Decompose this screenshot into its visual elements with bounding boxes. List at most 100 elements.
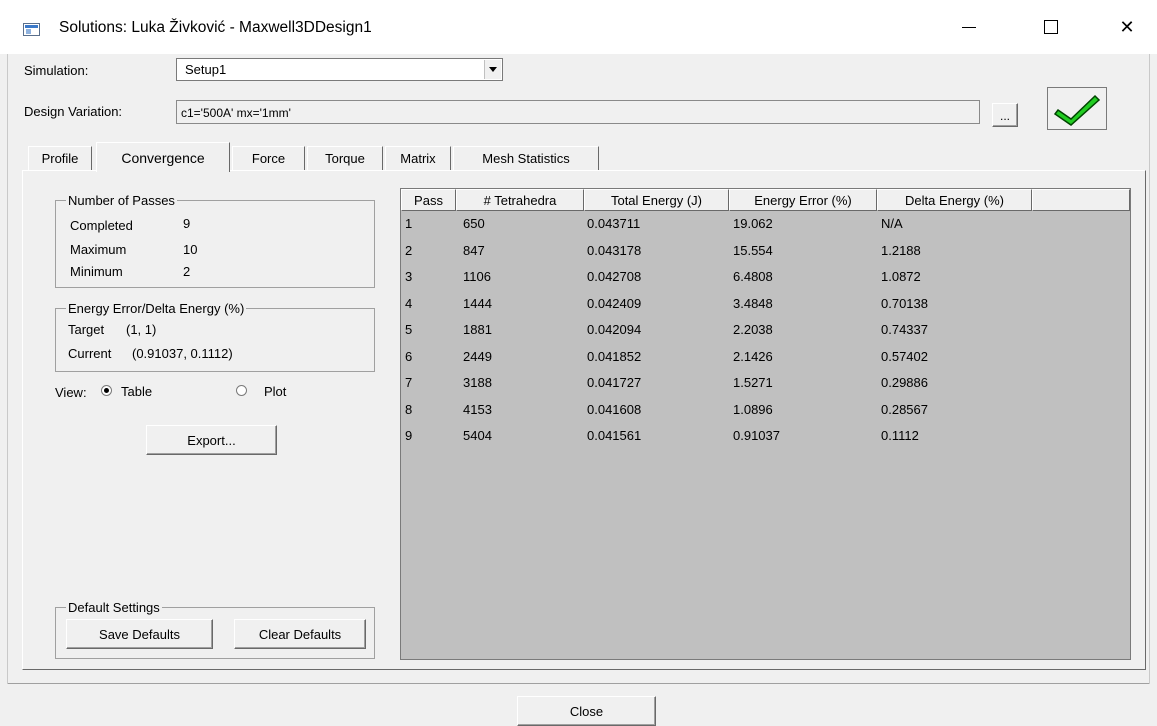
convergence-table[interactable]: Pass # Tetrahedra Total Energy (J) Energ…: [400, 188, 1131, 660]
table-row[interactable]: 4 1444 0.042409 3.4848 0.70138: [401, 291, 1130, 317]
cell-total-energy: 0.042409: [587, 295, 642, 311]
column-header-energy-error[interactable]: Energy Error (%): [729, 189, 877, 211]
column-header-total-energy[interactable]: Total Energy (J): [584, 189, 729, 211]
cell-energy-error: 19.062: [733, 216, 773, 231]
design-variation-field: c1='500A' mx='1mm': [176, 100, 980, 124]
tab-torque[interactable]: Torque: [307, 146, 383, 170]
cell-pass: 1: [405, 216, 413, 231]
cell-total-energy: 0.042708: [587, 269, 642, 284]
cell-tetrahedra: 4153: [463, 401, 492, 417]
cell-energy-error: 2.1426: [733, 348, 773, 364]
cell-pass: 6: [405, 348, 413, 364]
view-plot-label[interactable]: Plot: [264, 384, 286, 399]
design-variation-value: c1='500A' mx='1mm': [181, 106, 291, 120]
maximize-icon: [1044, 20, 1058, 34]
current-label: Current: [68, 346, 112, 361]
table-row[interactable]: 9 5404 0.041561 0.91037 0.1112: [401, 423, 1130, 449]
cell-total-energy: 0.041561: [587, 428, 642, 443]
cell-energy-error: 1.0896: [733, 401, 773, 417]
export-button[interactable]: Export...: [146, 425, 277, 455]
table-row[interactable]: 5 1881 0.042094 2.2038 0.74337: [401, 317, 1130, 343]
cell-tetrahedra: 1106: [463, 269, 491, 284]
close-button[interactable]: Close: [517, 696, 656, 726]
maximum-label: Maximum: [70, 242, 127, 257]
status-indicator: [1047, 87, 1107, 130]
cell-energy-error: 1.5271: [733, 375, 773, 390]
simulation-label: Simulation:: [24, 63, 89, 78]
radio-selected-dot: [104, 388, 109, 393]
cell-energy-error: 6.4808: [733, 269, 773, 284]
column-header-empty: [1032, 189, 1130, 211]
cell-energy-error: 0.91037: [733, 428, 780, 443]
cell-total-energy: 0.041608: [587, 401, 642, 417]
cell-tetrahedra: 1444: [463, 295, 492, 311]
table-header: Pass # Tetrahedra Total Energy (J) Energ…: [401, 189, 1130, 211]
cell-tetrahedra: 847: [463, 242, 485, 258]
window-border-left: [0, 54, 8, 684]
simulation-select[interactable]: Setup1: [176, 58, 503, 81]
app-window-icon: [23, 23, 40, 36]
tab-profile[interactable]: Profile: [28, 146, 92, 170]
tab-matrix[interactable]: Matrix: [385, 146, 451, 170]
current-value: (0.91037, 0.1112): [132, 346, 233, 361]
green-checkmark-icon: [1053, 94, 1101, 126]
minimum-value: 2: [183, 264, 191, 279]
dialog-divider: [8, 683, 1149, 684]
view-label: View:: [55, 385, 87, 400]
cell-energy-error: 2.2038: [733, 322, 773, 337]
table-row[interactable]: 7 3188 0.041727 1.5271 0.29886: [401, 370, 1130, 396]
cell-delta-energy: N/A: [881, 216, 903, 231]
cell-total-energy: 0.042094: [587, 322, 642, 337]
view-table-radio[interactable]: [101, 385, 112, 396]
view-table-label[interactable]: Table: [121, 384, 152, 399]
chevron-down-icon[interactable]: [484, 60, 501, 79]
window-border-right: [1149, 54, 1157, 684]
cell-pass: 9: [405, 428, 413, 443]
table-row[interactable]: 8 4153 0.041608 1.0896 0.28567: [401, 397, 1130, 423]
cell-total-energy: 0.043711: [587, 216, 641, 231]
cell-delta-energy: 0.70138: [881, 295, 928, 311]
view-plot-radio[interactable]: [236, 385, 247, 396]
clear-defaults-button[interactable]: Clear Defaults: [234, 619, 366, 649]
completed-label: Completed: [70, 218, 133, 233]
cell-pass: 7: [405, 375, 413, 390]
cell-delta-energy: 1.2188: [881, 242, 921, 258]
cell-total-energy: 0.043178: [587, 242, 642, 258]
minimum-label: Minimum: [70, 264, 123, 279]
browse-variation-button[interactable]: ...: [992, 103, 1018, 127]
cell-pass: 5: [405, 322, 413, 337]
cell-delta-energy: 0.29886: [881, 375, 928, 390]
maximum-value: 10: [183, 242, 198, 257]
cell-pass: 2: [405, 242, 413, 258]
window-title: Solutions: Luka Živković - Maxwell3DDesi…: [59, 19, 372, 36]
cell-tetrahedra: 650: [463, 216, 485, 231]
cell-energy-error: 3.4848: [733, 295, 773, 311]
close-icon: ✕: [1119, 16, 1135, 37]
simulation-value: Setup1: [185, 62, 227, 77]
tab-convergence[interactable]: Convergence: [96, 142, 230, 172]
cell-tetrahedra: 1881: [463, 322, 492, 337]
table-row[interactable]: 1 650 0.043711 19.062 N/A: [401, 211, 1130, 237]
cell-delta-energy: 1.0872: [881, 269, 921, 284]
column-header-pass[interactable]: Pass: [401, 189, 456, 211]
target-label: Target: [68, 322, 105, 337]
close-window-button[interactable]: ✕: [1101, 0, 1153, 54]
maximize-button[interactable]: [1025, 0, 1077, 54]
save-defaults-button[interactable]: Save Defaults: [66, 619, 213, 649]
cell-pass: 4: [405, 295, 413, 311]
table-row[interactable]: 2 847 0.043178 15.554 1.2188: [401, 238, 1130, 264]
cell-delta-energy: 0.57402: [881, 348, 928, 364]
table-row[interactable]: 3 1106 0.042708 6.4808 1.0872: [401, 264, 1130, 290]
tab-mesh-statistics[interactable]: Mesh Statistics: [453, 146, 599, 170]
target-value: (1, 1): [126, 322, 157, 337]
column-header-delta-energy[interactable]: Delta Energy (%): [877, 189, 1032, 211]
minimize-button[interactable]: [943, 0, 995, 54]
cell-pass: 3: [405, 269, 413, 284]
cell-tetrahedra: 2449: [463, 348, 492, 364]
table-row[interactable]: 6 2449 0.041852 2.1426 0.57402: [401, 344, 1130, 370]
tab-force[interactable]: Force: [232, 146, 305, 170]
cell-pass: 8: [405, 401, 413, 417]
completed-value: 9: [183, 216, 191, 231]
column-header-tetrahedra[interactable]: # Tetrahedra: [456, 189, 584, 211]
cell-tetrahedra: 5404: [463, 428, 492, 443]
